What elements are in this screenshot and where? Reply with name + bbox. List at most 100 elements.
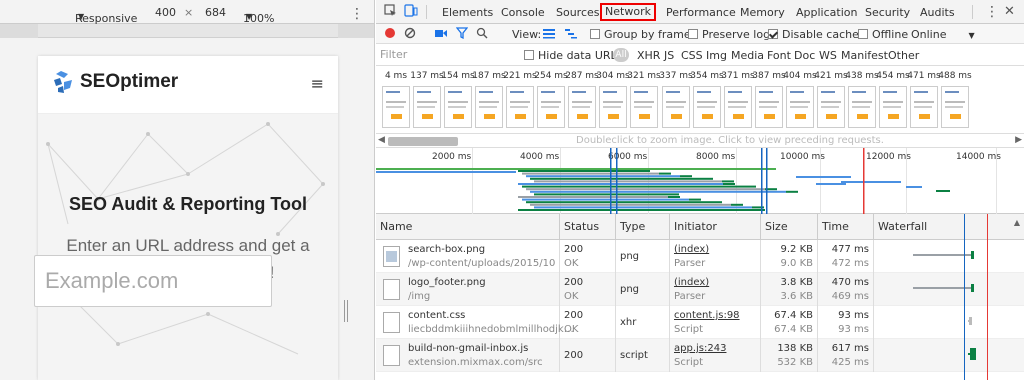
- more-options-icon[interactable]: ⋮: [350, 6, 364, 22]
- site-logo[interactable]: SEOptimer: [52, 70, 178, 94]
- filmstrip-frame[interactable]: 471 ms: [907, 66, 941, 128]
- filter-icon[interactable]: [455, 27, 469, 42]
- device-toolbar-icon[interactable]: [404, 4, 418, 21]
- filter-other[interactable]: Other: [888, 49, 919, 62]
- column-size[interactable]: Size: [761, 214, 818, 240]
- record-icon[interactable]: [384, 27, 396, 42]
- filter-input[interactable]: Filter: [380, 48, 516, 62]
- filter-img[interactable]: Img: [706, 49, 727, 62]
- filmstrip-frame[interactable]: 488 ms: [938, 66, 972, 128]
- hamburger-menu-icon[interactable]: ≡: [311, 74, 324, 93]
- frame-thumbnail[interactable]: [848, 86, 876, 128]
- name-cell[interactable]: content.css liecbddmkiiihnedobmlmillhodjk…: [376, 306, 574, 339]
- filmstrip-frame[interactable]: 4 ms: [382, 66, 410, 128]
- waterfall-view-icon[interactable]: [564, 27, 578, 42]
- search-icon[interactable]: [476, 27, 488, 42]
- frame-thumbnail[interactable]: [755, 86, 783, 128]
- frame-thumbnail[interactable]: [724, 86, 752, 128]
- filmstrip-frame[interactable]: 137 ms: [410, 66, 444, 128]
- filter-font[interactable]: Font: [767, 49, 791, 62]
- frame-thumbnail[interactable]: [444, 86, 472, 128]
- scroll-thumb[interactable]: [388, 137, 458, 146]
- filmstrip-frame[interactable]: 404 ms: [783, 66, 817, 128]
- filmstrip-frame[interactable]: 454 ms: [876, 66, 910, 128]
- waterfall-cell[interactable]: [874, 306, 1024, 339]
- frame-thumbnail[interactable]: [879, 86, 907, 128]
- column-waterfall[interactable]: Waterfall: [874, 214, 1024, 240]
- sort-up-icon[interactable]: ▲: [1014, 218, 1020, 227]
- filter-manifest[interactable]: Manifest: [841, 49, 888, 62]
- media-query-bar[interactable]: [0, 24, 374, 38]
- name-cell[interactable]: search-box.png/wp-content/uploads/2015/1…: [376, 240, 560, 273]
- scroll-left-icon[interactable]: ◀: [378, 135, 385, 145]
- close-icon[interactable]: ✕: [1004, 4, 1015, 19]
- table-row[interactable]: build-non-gmail-inbox.js extension.mixmax…: [376, 339, 1024, 372]
- initiator-link[interactable]: app.js:243: [674, 343, 726, 354]
- group-by-frame-checkbox[interactable]: Group by frame: [590, 28, 691, 41]
- frame-thumbnail[interactable]: [630, 86, 658, 128]
- filter-media[interactable]: Media: [731, 49, 764, 62]
- tab-application[interactable]: Application: [796, 6, 857, 19]
- scroll-right-icon[interactable]: ▶: [1015, 135, 1022, 145]
- frame-thumbnail[interactable]: [599, 86, 627, 128]
- column-type[interactable]: Type: [616, 214, 670, 240]
- filmstrip-frame[interactable]: 221 ms: [503, 66, 537, 128]
- network-overview[interactable]: 2000 ms 4000 ms 6000 ms 8000 ms 10000 ms 1200…: [376, 148, 1024, 214]
- checkbox[interactable]: [524, 50, 534, 60]
- tab-console[interactable]: Console: [501, 6, 545, 19]
- name-cell[interactable]: build-non-gmail-inbox.js extension.mixmax…: [376, 339, 560, 372]
- table-row[interactable]: logo_footer.png/img 200 OK png (index) Parser…: [376, 273, 1024, 306]
- tab-sources[interactable]: Sources: [556, 6, 600, 19]
- frame-thumbnail[interactable]: [910, 86, 938, 128]
- inspect-element-icon[interactable]: [384, 4, 397, 21]
- filmstrip-frame[interactable]: 371 ms: [721, 66, 755, 128]
- hide-data-urls-checkbox[interactable]: Hide data URLs: [524, 49, 622, 62]
- initiator-link[interactable]: (index): [674, 244, 709, 255]
- column-name[interactable]: Name: [376, 214, 560, 240]
- clear-icon[interactable]: [404, 27, 416, 42]
- filmstrip-frame[interactable]: 387 ms: [752, 66, 786, 128]
- column-initiator[interactable]: Initiator: [670, 214, 761, 240]
- filter-js[interactable]: JS: [664, 49, 674, 62]
- tab-security[interactable]: Security: [865, 6, 910, 19]
- checkbox[interactable]: [858, 29, 868, 39]
- waterfall-cell[interactable]: [874, 273, 1024, 306]
- height-input[interactable]: 684: [205, 6, 226, 19]
- tab-audits[interactable]: Audits: [920, 6, 955, 19]
- url-input[interactable]: Example.com: [34, 255, 272, 307]
- frame-thumbnail[interactable]: [382, 86, 410, 128]
- tab-memory[interactable]: Memory: [740, 6, 785, 19]
- filter-doc[interactable]: Doc: [794, 49, 815, 62]
- column-status[interactable]: Status: [560, 214, 616, 240]
- throttling-select[interactable]: Online ▼: [911, 28, 975, 41]
- initiator-link[interactable]: content.js:98: [674, 310, 740, 321]
- checkbox[interactable]: [688, 29, 698, 39]
- frame-thumbnail[interactable]: [693, 86, 721, 128]
- filmstrip-frame[interactable]: 354 ms: [690, 66, 724, 128]
- filmstrip-frame[interactable]: 421 ms: [814, 66, 848, 128]
- width-input[interactable]: 400: [155, 6, 176, 19]
- disable-cache-checkbox[interactable]: Disable cache: [768, 28, 859, 41]
- checkbox[interactable]: [590, 29, 600, 39]
- filmstrip-scrollbar[interactable]: ◀ Doubleclick to zoom image. Click to vi…: [376, 134, 1024, 148]
- filmstrip-frame[interactable]: 337 ms: [659, 66, 693, 128]
- frame-thumbnail[interactable]: [568, 86, 596, 128]
- capture-screenshots-icon[interactable]: [434, 27, 448, 42]
- filmstrip-frame[interactable]: 321 ms: [627, 66, 661, 128]
- filmstrip-frame[interactable]: 187 ms: [472, 66, 506, 128]
- frame-thumbnail[interactable]: [941, 86, 969, 128]
- initiator-link[interactable]: (index): [674, 277, 709, 288]
- media-segment[interactable]: [0, 24, 38, 38]
- frame-thumbnail[interactable]: [413, 86, 441, 128]
- frame-thumbnail[interactable]: [662, 86, 690, 128]
- filter-all-button[interactable]: All: [613, 48, 629, 62]
- checkbox-checked[interactable]: [768, 29, 778, 39]
- name-cell[interactable]: logo_footer.png/img: [376, 273, 560, 306]
- filmstrip-frame[interactable]: 438 ms: [845, 66, 879, 128]
- filmstrip-frame[interactable]: 154 ms: [441, 66, 475, 128]
- filmstrip-frame[interactable]: 287 ms: [565, 66, 599, 128]
- frame-thumbnail[interactable]: [817, 86, 845, 128]
- filter-css[interactable]: CSS: [681, 49, 703, 62]
- frame-thumbnail[interactable]: [537, 86, 565, 128]
- filter-ws[interactable]: WS: [819, 49, 837, 62]
